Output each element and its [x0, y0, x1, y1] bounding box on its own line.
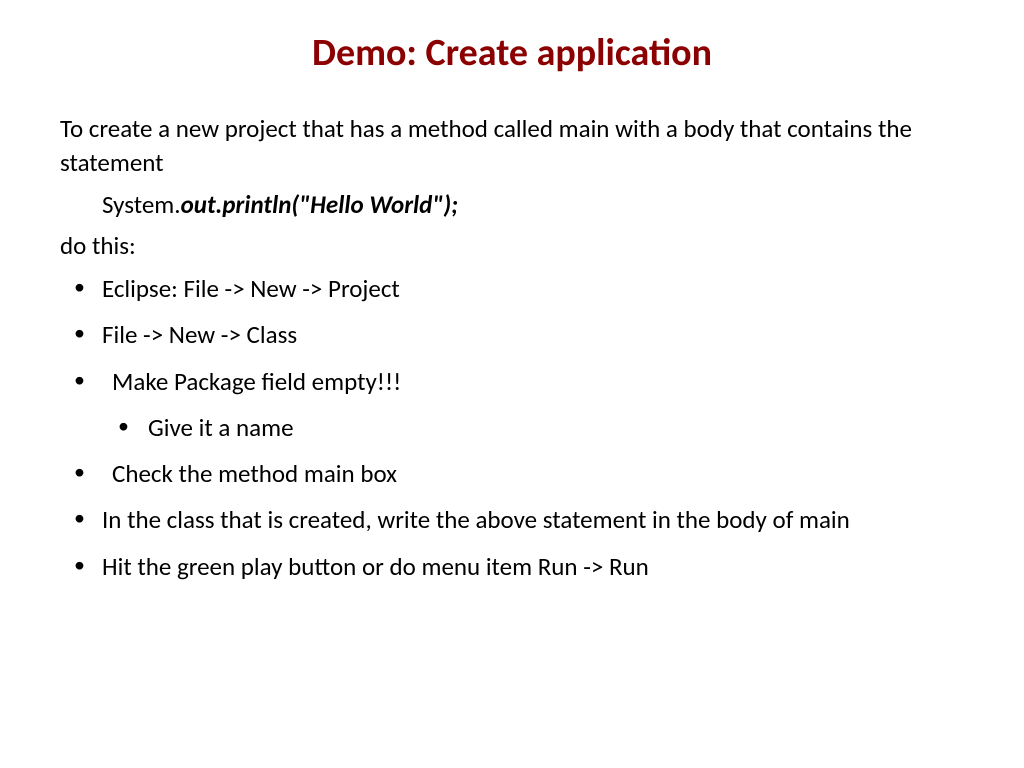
do-this-label: do this: [60, 229, 964, 263]
code-prefix: System. [102, 189, 181, 220]
code-statement: System.out.println("Hello World"); [102, 188, 964, 222]
list-item: Check the method main box [60, 456, 964, 492]
code-bold: out.println("Hello World"); [181, 189, 458, 220]
list-item: In the class that is created, write the … [60, 502, 964, 538]
list-item: Eclipse: File -> New -> Project [60, 271, 964, 307]
slide-title: Demo: Create application [60, 30, 964, 76]
list-item: Give it a name [60, 410, 964, 446]
intro-paragraph: To create a new project that has a metho… [60, 112, 964, 180]
list-item: File -> New -> Class [60, 317, 964, 353]
list-item: Hit the green play button or do menu ite… [60, 549, 964, 585]
instruction-list: Eclipse: File -> New -> Project File -> … [60, 271, 964, 585]
list-item: Make Package field empty!!! [60, 364, 964, 400]
